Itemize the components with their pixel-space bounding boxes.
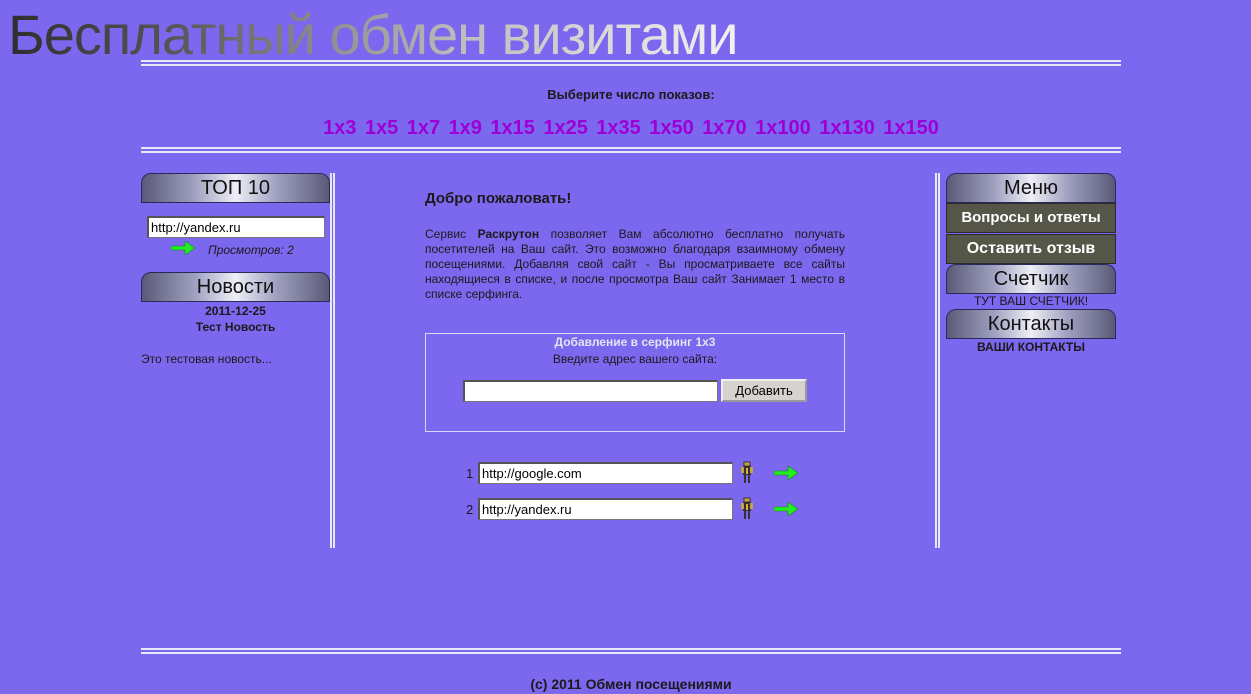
counter-text: ТУТ ВАШ СЧЕТЧИК! (973, 294, 1089, 308)
add-form-label: Введите адрес вашего сайта: (552, 352, 718, 366)
top-site-url-field[interactable] (147, 216, 325, 238)
divider-bottom (141, 648, 1121, 650)
views-count-link[interactable]: 1x70 (702, 117, 747, 139)
add-form-title: Добавление в серфинг 1x3 (554, 335, 716, 349)
brand-name: Раскрутон (477, 227, 540, 241)
news-header: Новости (141, 272, 330, 302)
views-count-link[interactable]: 1x15 (490, 117, 535, 139)
contacts-text: ВАШИ КОНТАКТЫ (976, 340, 1086, 354)
welcome-text-pre: Сервис (425, 227, 478, 241)
news-text: Это тестовая новость... (141, 352, 272, 366)
faq-menu-item[interactable]: Вопросы и ответы (946, 203, 1116, 233)
site-list-number: 2 (466, 502, 474, 517)
feedback-menu-item[interactable]: Оставить отзыв (946, 234, 1116, 264)
top10-header: ТОП 10 (141, 173, 330, 203)
views-count-link[interactable]: 1x7 (407, 117, 440, 139)
divider-top (141, 64, 1121, 66)
site-title: Бесплатный обмен визитами (8, 3, 739, 66)
visit-arrow-icon[interactable] (774, 466, 798, 480)
visit-arrow-icon[interactable] (774, 502, 798, 516)
column-divider (333, 173, 335, 548)
contacts-header: Контакты (946, 309, 1116, 339)
footer-copyright: (c) 2011 Обмен посещениями (530, 676, 732, 692)
welcome-text: Сервис Раскрутон позволяет Вам абсолютно… (425, 227, 845, 302)
site-list-number: 1 (466, 466, 474, 481)
welcome-title: Добро пожаловать! (425, 190, 572, 207)
views-count-link[interactable]: 1x35 (596, 117, 641, 139)
views-count-link[interactable]: 1x25 (543, 117, 588, 139)
news-title[interactable]: Тест Новость (141, 320, 330, 334)
counter-header: Счетчик (946, 264, 1116, 294)
site-list-url-field[interactable] (478, 498, 733, 520)
views-count-link[interactable]: 1x130 (819, 117, 875, 139)
views-count-link[interactable]: 1x3 (323, 117, 356, 139)
site-list-url-field[interactable] (478, 462, 733, 484)
divider-bottom (141, 652, 1121, 654)
views-prompt: Выберите число показов: (547, 87, 715, 102)
column-divider (938, 173, 940, 548)
site-url-input[interactable] (463, 380, 718, 402)
column-divider (330, 173, 332, 548)
visit-arrow-icon[interactable] (171, 241, 195, 255)
divider-mid (141, 147, 1121, 149)
news-date: 2011-12-25 (205, 304, 266, 318)
divider-mid (141, 151, 1121, 153)
site-owner-icon[interactable] (740, 461, 754, 484)
divider-top (141, 60, 1121, 62)
add-site-button[interactable]: Добавить (721, 379, 807, 402)
column-divider (935, 173, 937, 548)
views-count-link[interactable]: 1x9 (449, 117, 482, 139)
menu-header: Меню (946, 173, 1116, 203)
views-count-links: 1x3 1x5 1x7 1x9 1x15 1x25 1x35 1x50 1x70… (141, 117, 1121, 140)
site-owner-icon[interactable] (740, 497, 754, 520)
views-count-link[interactable]: 1x50 (649, 117, 694, 139)
views-count-link[interactable]: 1x100 (755, 117, 811, 139)
views-count-link[interactable]: 1x150 (883, 117, 939, 139)
top-views-count: Просмотров: 2 (208, 243, 294, 257)
views-count-link[interactable]: 1x5 (365, 117, 398, 139)
